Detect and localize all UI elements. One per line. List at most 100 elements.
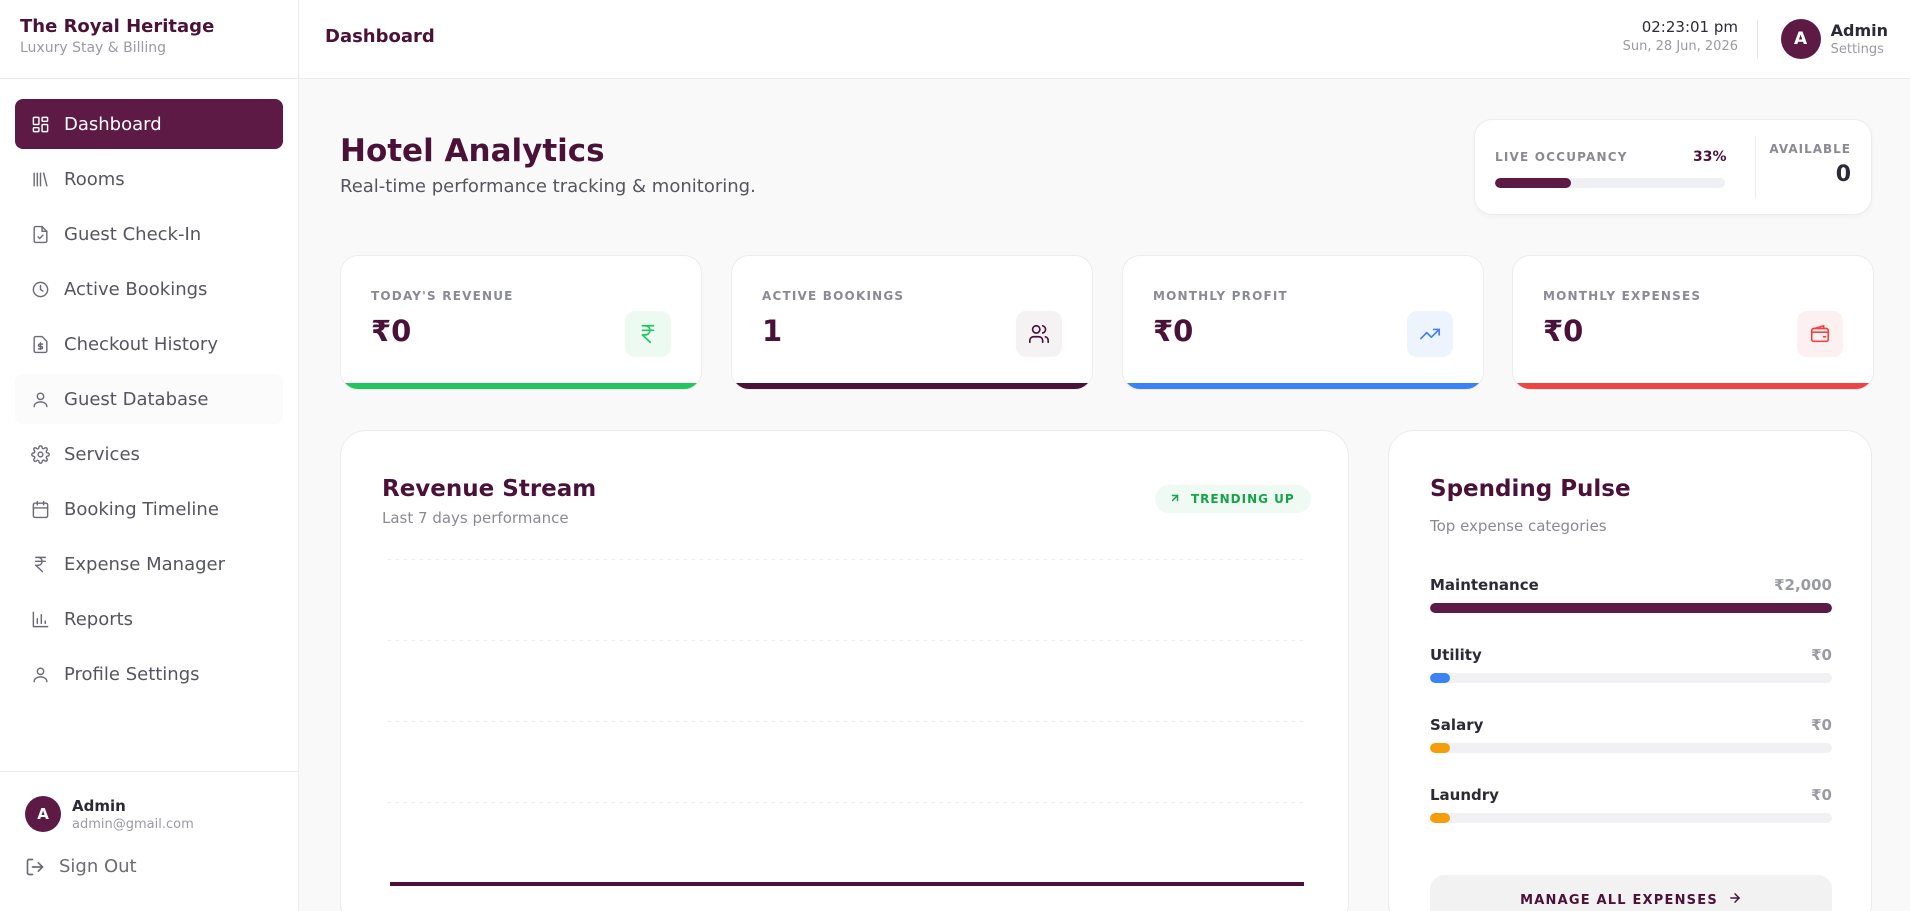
revenue-subtitle: Last 7 days performance bbox=[382, 509, 569, 527]
library-icon bbox=[30, 169, 50, 189]
stat-accent-bar bbox=[1123, 383, 1483, 389]
users-icon bbox=[1016, 311, 1062, 357]
grid-icon bbox=[30, 114, 50, 134]
brand-subtitle: Luxury Stay & Billing bbox=[20, 40, 167, 56]
page-title: Dashboard bbox=[325, 26, 435, 47]
spending-card: Spending Pulse Top expense categories Ma… bbox=[1388, 430, 1872, 911]
sidebar-item-label: Services bbox=[64, 443, 140, 465]
sidebar-user: A Admin admin@gmail.com bbox=[25, 796, 274, 832]
expense-name: Utility bbox=[1430, 646, 1482, 664]
calendar-icon bbox=[30, 499, 50, 519]
stat-label: MONTHLY EXPENSES bbox=[1543, 289, 1702, 303]
available-value: 0 bbox=[1835, 162, 1851, 187]
expense-bar-fill bbox=[1430, 603, 1832, 613]
rupee-icon bbox=[625, 311, 671, 357]
sidebar-item-services[interactable]: Services bbox=[15, 429, 283, 479]
avatar: A bbox=[25, 796, 61, 832]
stat-label: TODAY'S REVENUE bbox=[371, 289, 514, 303]
sidebar-item-profile-settings[interactable]: Profile Settings bbox=[15, 649, 283, 699]
sidebar-item-expense-manager[interactable]: Expense Manager bbox=[15, 539, 283, 589]
sidebar-item-checkout-history[interactable]: Checkout History bbox=[15, 319, 283, 369]
sidebar-user-name: Admin bbox=[72, 796, 126, 815]
sidebar-item-label: Dashboard bbox=[64, 113, 162, 135]
clock-icon bbox=[30, 279, 50, 299]
arrow-right-icon bbox=[1728, 891, 1742, 909]
stat-value: ₹0 bbox=[371, 314, 412, 348]
header-user-menu[interactable]: A Admin Settings bbox=[1780, 19, 1888, 59]
sidebar-footer: A Admin admin@gmail.com Sign Out bbox=[0, 771, 299, 911]
header-settings-link[interactable]: Settings bbox=[1831, 42, 1888, 57]
header-divider bbox=[1757, 20, 1758, 58]
sidebar-user-email: admin@gmail.com bbox=[72, 816, 194, 832]
top-header: Dashboard 02:23:01 pm Sun, 28 Jun, 2026 … bbox=[300, 0, 1910, 79]
expense-bar bbox=[1430, 813, 1832, 823]
occupancy-bar-fill bbox=[1495, 178, 1571, 188]
revenue-title: Revenue Stream bbox=[382, 476, 597, 502]
stat-accent-bar bbox=[732, 383, 1092, 389]
sidebar-item-label: Profile Settings bbox=[64, 663, 200, 685]
sidebar-item-rooms[interactable]: Rooms bbox=[15, 154, 283, 204]
user-icon bbox=[30, 389, 50, 409]
avatar: A bbox=[1780, 19, 1821, 59]
trend-badge: TRENDING UP bbox=[1155, 485, 1311, 513]
gear-icon bbox=[30, 444, 50, 464]
todays-revenue-card: TODAY'S REVENUE ₹0 bbox=[340, 255, 702, 390]
trend-label: TRENDING UP bbox=[1191, 492, 1295, 506]
brand-name: The Royal Heritage bbox=[20, 16, 215, 37]
sidebar-item-booking-timeline[interactable]: Booking Timeline bbox=[15, 484, 283, 534]
sidebar-item-label: Booking Timeline bbox=[64, 498, 219, 520]
spending-subtitle: Top expense categories bbox=[1430, 517, 1607, 535]
sidebar-item-label: Active Bookings bbox=[64, 278, 208, 300]
sidebar-nav: Dashboard Rooms Guest Check-In Active Booki… bbox=[0, 79, 298, 699]
trending-up-icon bbox=[1407, 311, 1453, 357]
stat-value: ₹0 bbox=[1153, 314, 1194, 348]
expense-category-laundry: Laundry ₹0 bbox=[1430, 786, 1832, 823]
clock-time: 02:23:01 pm bbox=[1641, 18, 1738, 36]
sign-out-button[interactable]: Sign Out bbox=[25, 856, 274, 877]
revenue-card: Revenue Stream Last 7 days performance T… bbox=[340, 430, 1349, 911]
expense-name: Salary bbox=[1430, 716, 1484, 734]
sidebar-item-reports[interactable]: Reports bbox=[15, 594, 283, 644]
wallet-icon bbox=[1797, 311, 1843, 357]
sidebar-item-active-bookings[interactable]: Active Bookings bbox=[15, 264, 283, 314]
sidebar-item-dashboard[interactable]: Dashboard bbox=[15, 99, 283, 149]
main-subtitle: Real-time performance tracking & monitor… bbox=[340, 176, 756, 197]
bar-chart-icon bbox=[30, 609, 50, 629]
occupancy-label: LIVE OCCUPANCY bbox=[1495, 150, 1628, 164]
monthly-expenses-card: MONTHLY EXPENSES ₹0 bbox=[1512, 255, 1874, 390]
expense-category-utility: Utility ₹0 bbox=[1430, 646, 1832, 683]
sidebar: The Royal Heritage Luxury Stay & Billing… bbox=[0, 0, 299, 911]
sign-out-label: Sign Out bbox=[59, 856, 137, 877]
clock: 02:23:01 pm Sun, 28 Jun, 2026 bbox=[1623, 18, 1738, 54]
expense-amount: ₹0 bbox=[1811, 716, 1832, 734]
stat-accent-bar bbox=[341, 383, 701, 389]
sidebar-item-label: Guest Database bbox=[64, 388, 209, 410]
occupancy-percent: 33% bbox=[1693, 149, 1727, 165]
receipt-icon bbox=[30, 334, 50, 354]
stat-label: ACTIVE BOOKINGS bbox=[762, 289, 905, 303]
header-user-name: Admin bbox=[1830, 21, 1888, 40]
expense-amount: ₹0 bbox=[1811, 786, 1832, 804]
sidebar-item-label: Guest Check-In bbox=[64, 223, 202, 245]
brand: The Royal Heritage Luxury Stay & Billing bbox=[0, 0, 298, 79]
expense-category-salary: Salary ₹0 bbox=[1430, 716, 1832, 753]
expense-amount: ₹0 bbox=[1811, 646, 1832, 664]
stat-value: 1 bbox=[762, 314, 783, 348]
spending-title: Spending Pulse bbox=[1430, 476, 1631, 502]
occupancy-bar bbox=[1495, 178, 1725, 188]
rupee-icon bbox=[30, 554, 50, 574]
sidebar-item-label: Reports bbox=[64, 608, 134, 630]
sidebar-item-label: Rooms bbox=[64, 168, 125, 190]
expense-name: Maintenance bbox=[1430, 576, 1539, 594]
expense-bar-fill bbox=[1430, 743, 1451, 753]
sidebar-item-guest-check-in[interactable]: Guest Check-In bbox=[15, 209, 283, 259]
monthly-profit-card: MONTHLY PROFIT ₹0 bbox=[1122, 255, 1484, 390]
main-title: Hotel Analytics bbox=[340, 133, 605, 169]
sidebar-item-label: Checkout History bbox=[64, 333, 218, 355]
manage-expenses-button[interactable]: MANAGE ALL EXPENSES bbox=[1430, 875, 1832, 911]
expense-name: Laundry bbox=[1430, 786, 1499, 804]
stat-accent-bar bbox=[1513, 383, 1873, 389]
file-check-icon bbox=[30, 224, 50, 244]
expense-bar bbox=[1430, 743, 1832, 753]
sidebar-item-guest-database[interactable]: Guest Database bbox=[15, 374, 283, 424]
